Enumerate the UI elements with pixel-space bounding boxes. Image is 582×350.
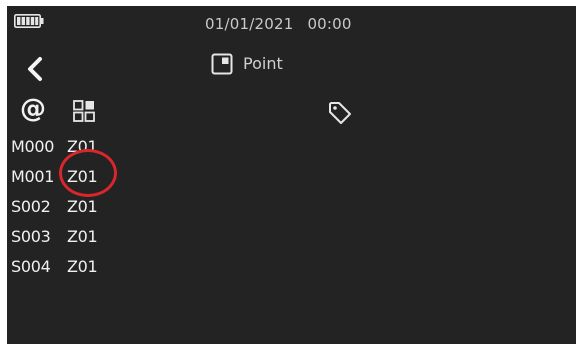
point-id: S002 [11, 196, 51, 216]
list-item[interactable]: S003 Z01 [11, 221, 98, 251]
point-id: M001 [11, 166, 55, 186]
list-item[interactable]: S004 Z01 [11, 251, 98, 281]
point-zone: Z01 [67, 136, 98, 156]
point-list: M000 Z01 M001 Z01 S002 Z01 S003 Z01 S004… [11, 131, 98, 281]
device-screen: 01/01/2021 00:00 Point @ M000 Z01 M001 Z… [7, 6, 576, 344]
point-zone: Z01 [67, 196, 98, 216]
point-zone: Z01 [67, 256, 98, 276]
time-label: 00:00 [307, 15, 352, 33]
grid-icon [73, 100, 95, 122]
point-zone: Z01 [67, 166, 98, 186]
mode-label: Point [243, 54, 283, 73]
tag-icon [329, 102, 351, 124]
date-label: 01/01/2021 [205, 15, 294, 33]
battery-icon [14, 14, 44, 28]
point-id: M000 [11, 136, 55, 156]
list-item[interactable]: M001 Z01 [11, 161, 98, 191]
list-item[interactable]: M000 Z01 [11, 131, 98, 161]
point-id: S003 [11, 226, 51, 246]
datetime: 01/01/2021 00:00 [205, 15, 352, 33]
square-point-icon [211, 53, 233, 75]
list-item[interactable]: S002 Z01 [11, 191, 98, 221]
point-zone: Z01 [67, 226, 98, 246]
back-button[interactable] [23, 56, 47, 82]
point-id: S004 [11, 256, 51, 276]
at-icon: @ [20, 94, 46, 124]
